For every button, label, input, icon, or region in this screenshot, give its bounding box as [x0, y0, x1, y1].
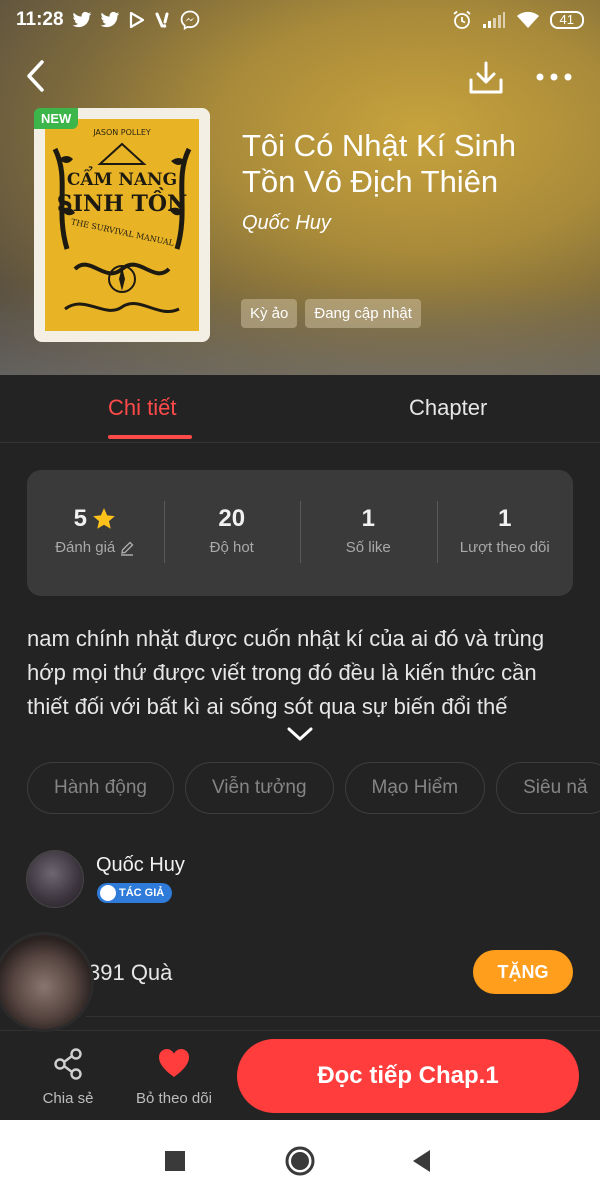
- pen-nib-icon: [100, 885, 116, 901]
- unfollow-button[interactable]: Bỏ theo dõi: [132, 1047, 216, 1107]
- stats-panel: 5 Đánh giá 20 Độ hot 1 Số like 1 Lượt th…: [27, 470, 573, 596]
- active-tab-indicator: [108, 435, 192, 439]
- genre-list: Hành động Viễn tưởng Mạo Hiểm Siêu nă: [27, 762, 600, 818]
- genre-chip[interactable]: Viễn tưởng: [184, 762, 334, 814]
- stat-rating[interactable]: 5 Đánh giá: [27, 503, 164, 563]
- gift-count: 391 Quà: [88, 960, 173, 985]
- svg-text:THE SURVIVAL MANUAL: THE SURVIVAL MANUAL: [70, 217, 175, 248]
- stat-hot: 20 Độ hot: [163, 501, 301, 563]
- book-cover-artwork: JASON POLLEY CẨM NANG SINH TỒN THE SURVI…: [45, 119, 199, 331]
- author-card[interactable]: Quốc Huy TÁC GIẢ: [26, 848, 586, 912]
- messenger-icon: [180, 10, 199, 30]
- stat-label: Số like: [345, 539, 391, 556]
- svg-text:SINH TỒN: SINH TỒN: [57, 187, 187, 217]
- stat-followers: 1 Lượt theo dõi: [436, 501, 574, 563]
- book-description: nam chính nhặt được cuốn nhật kí của ai …: [27, 626, 545, 719]
- play-icon: [129, 11, 144, 29]
- signal-icon: [482, 12, 505, 28]
- floating-user-avatar[interactable]: [0, 932, 94, 1032]
- tab-bar: Chi tiết Chapter: [0, 375, 600, 443]
- book-tags: Kỳ ảo Đang cập nhật: [241, 299, 421, 328]
- svg-text:CẨM NANG: CẨM NANG: [67, 165, 177, 190]
- cover-illustration: JASON POLLEY CẨM NANG SINH TỒN THE SURVI…: [52, 128, 192, 313]
- status-bar: 11:28 41: [0, 0, 600, 40]
- stat-value: 20: [218, 505, 246, 532]
- author-avatar[interactable]: [26, 850, 84, 908]
- battery-indicator: 41: [549, 11, 584, 29]
- stat-value: 1: [498, 505, 512, 532]
- genre-chip[interactable]: Siêu nă: [496, 762, 600, 814]
- unfollow-label: Bỏ theo dõi: [136, 1090, 212, 1107]
- twitter-icon: [72, 11, 91, 28]
- stat-value: 1: [361, 505, 375, 532]
- recent-apps-icon[interactable]: [158, 1144, 192, 1178]
- stat-label: Lượt theo dõi: [459, 539, 550, 556]
- book-cover[interactable]: JASON POLLEY CẨM NANG SINH TỒN THE SURVI…: [34, 108, 210, 342]
- genre-chip[interactable]: Mạo Hiểm: [344, 762, 486, 814]
- download-icon[interactable]: [468, 60, 504, 96]
- more-options-icon[interactable]: [534, 64, 574, 90]
- author-role-badge: TÁC GIẢ: [97, 883, 173, 903]
- clock: 11:28: [16, 9, 64, 30]
- wifi-icon: [516, 11, 539, 28]
- gift-row: 391 Quà TẶNG: [0, 932, 600, 1032]
- expand-chevron-icon[interactable]: [286, 724, 314, 744]
- book-title: Tôi Có Nhật Kí Sinh Tồn Vô Địch Thiên: [242, 128, 516, 199]
- twitter-icon: [100, 11, 119, 28]
- share-button[interactable]: Chia sẻ: [28, 1047, 108, 1107]
- share-icon: [54, 1048, 82, 1080]
- stat-likes: 1 Số like: [300, 501, 437, 563]
- svg-text:JASON POLLEY: JASON POLLEY: [92, 128, 151, 137]
- author-name[interactable]: Quốc Huy: [96, 854, 185, 877]
- app-notification-icon: [155, 12, 169, 28]
- tag-chip[interactable]: Kỳ ảo: [241, 299, 298, 328]
- share-label: Chia sẻ: [42, 1090, 94, 1107]
- divider: [86, 1016, 600, 1017]
- alarm-icon: [452, 10, 471, 29]
- star-icon: [93, 508, 115, 529]
- heart-icon: [159, 1049, 189, 1077]
- back-arrow-icon[interactable]: [22, 58, 52, 94]
- author-role-label: TÁC GIẢ: [119, 887, 165, 899]
- stat-value: 5: [73, 505, 87, 532]
- tag-chip[interactable]: Đang cập nhật: [305, 299, 421, 328]
- continue-reading-button[interactable]: Đọc tiếp Chap.1: [237, 1039, 579, 1113]
- back-nav-icon[interactable]: [405, 1144, 439, 1178]
- tab-details[interactable]: Chi tiết: [108, 395, 176, 421]
- home-icon[interactable]: [283, 1144, 317, 1178]
- new-badge: NEW: [34, 108, 79, 129]
- genre-chip[interactable]: Hành động: [27, 762, 174, 814]
- stat-label: Đánh giá: [55, 539, 116, 556]
- give-gift-button[interactable]: TẶNG: [473, 950, 573, 994]
- stat-label: Độ hot: [209, 539, 254, 556]
- bottom-action-bar: Chia sẻ Bỏ theo dõi Đọc tiếp Chap.1: [0, 1030, 600, 1120]
- edit-pencil-icon[interactable]: [119, 540, 135, 556]
- tab-chapter[interactable]: Chapter: [409, 395, 487, 421]
- book-author[interactable]: Quốc Huy: [242, 212, 331, 235]
- system-navigation-bar: [0, 1120, 600, 1200]
